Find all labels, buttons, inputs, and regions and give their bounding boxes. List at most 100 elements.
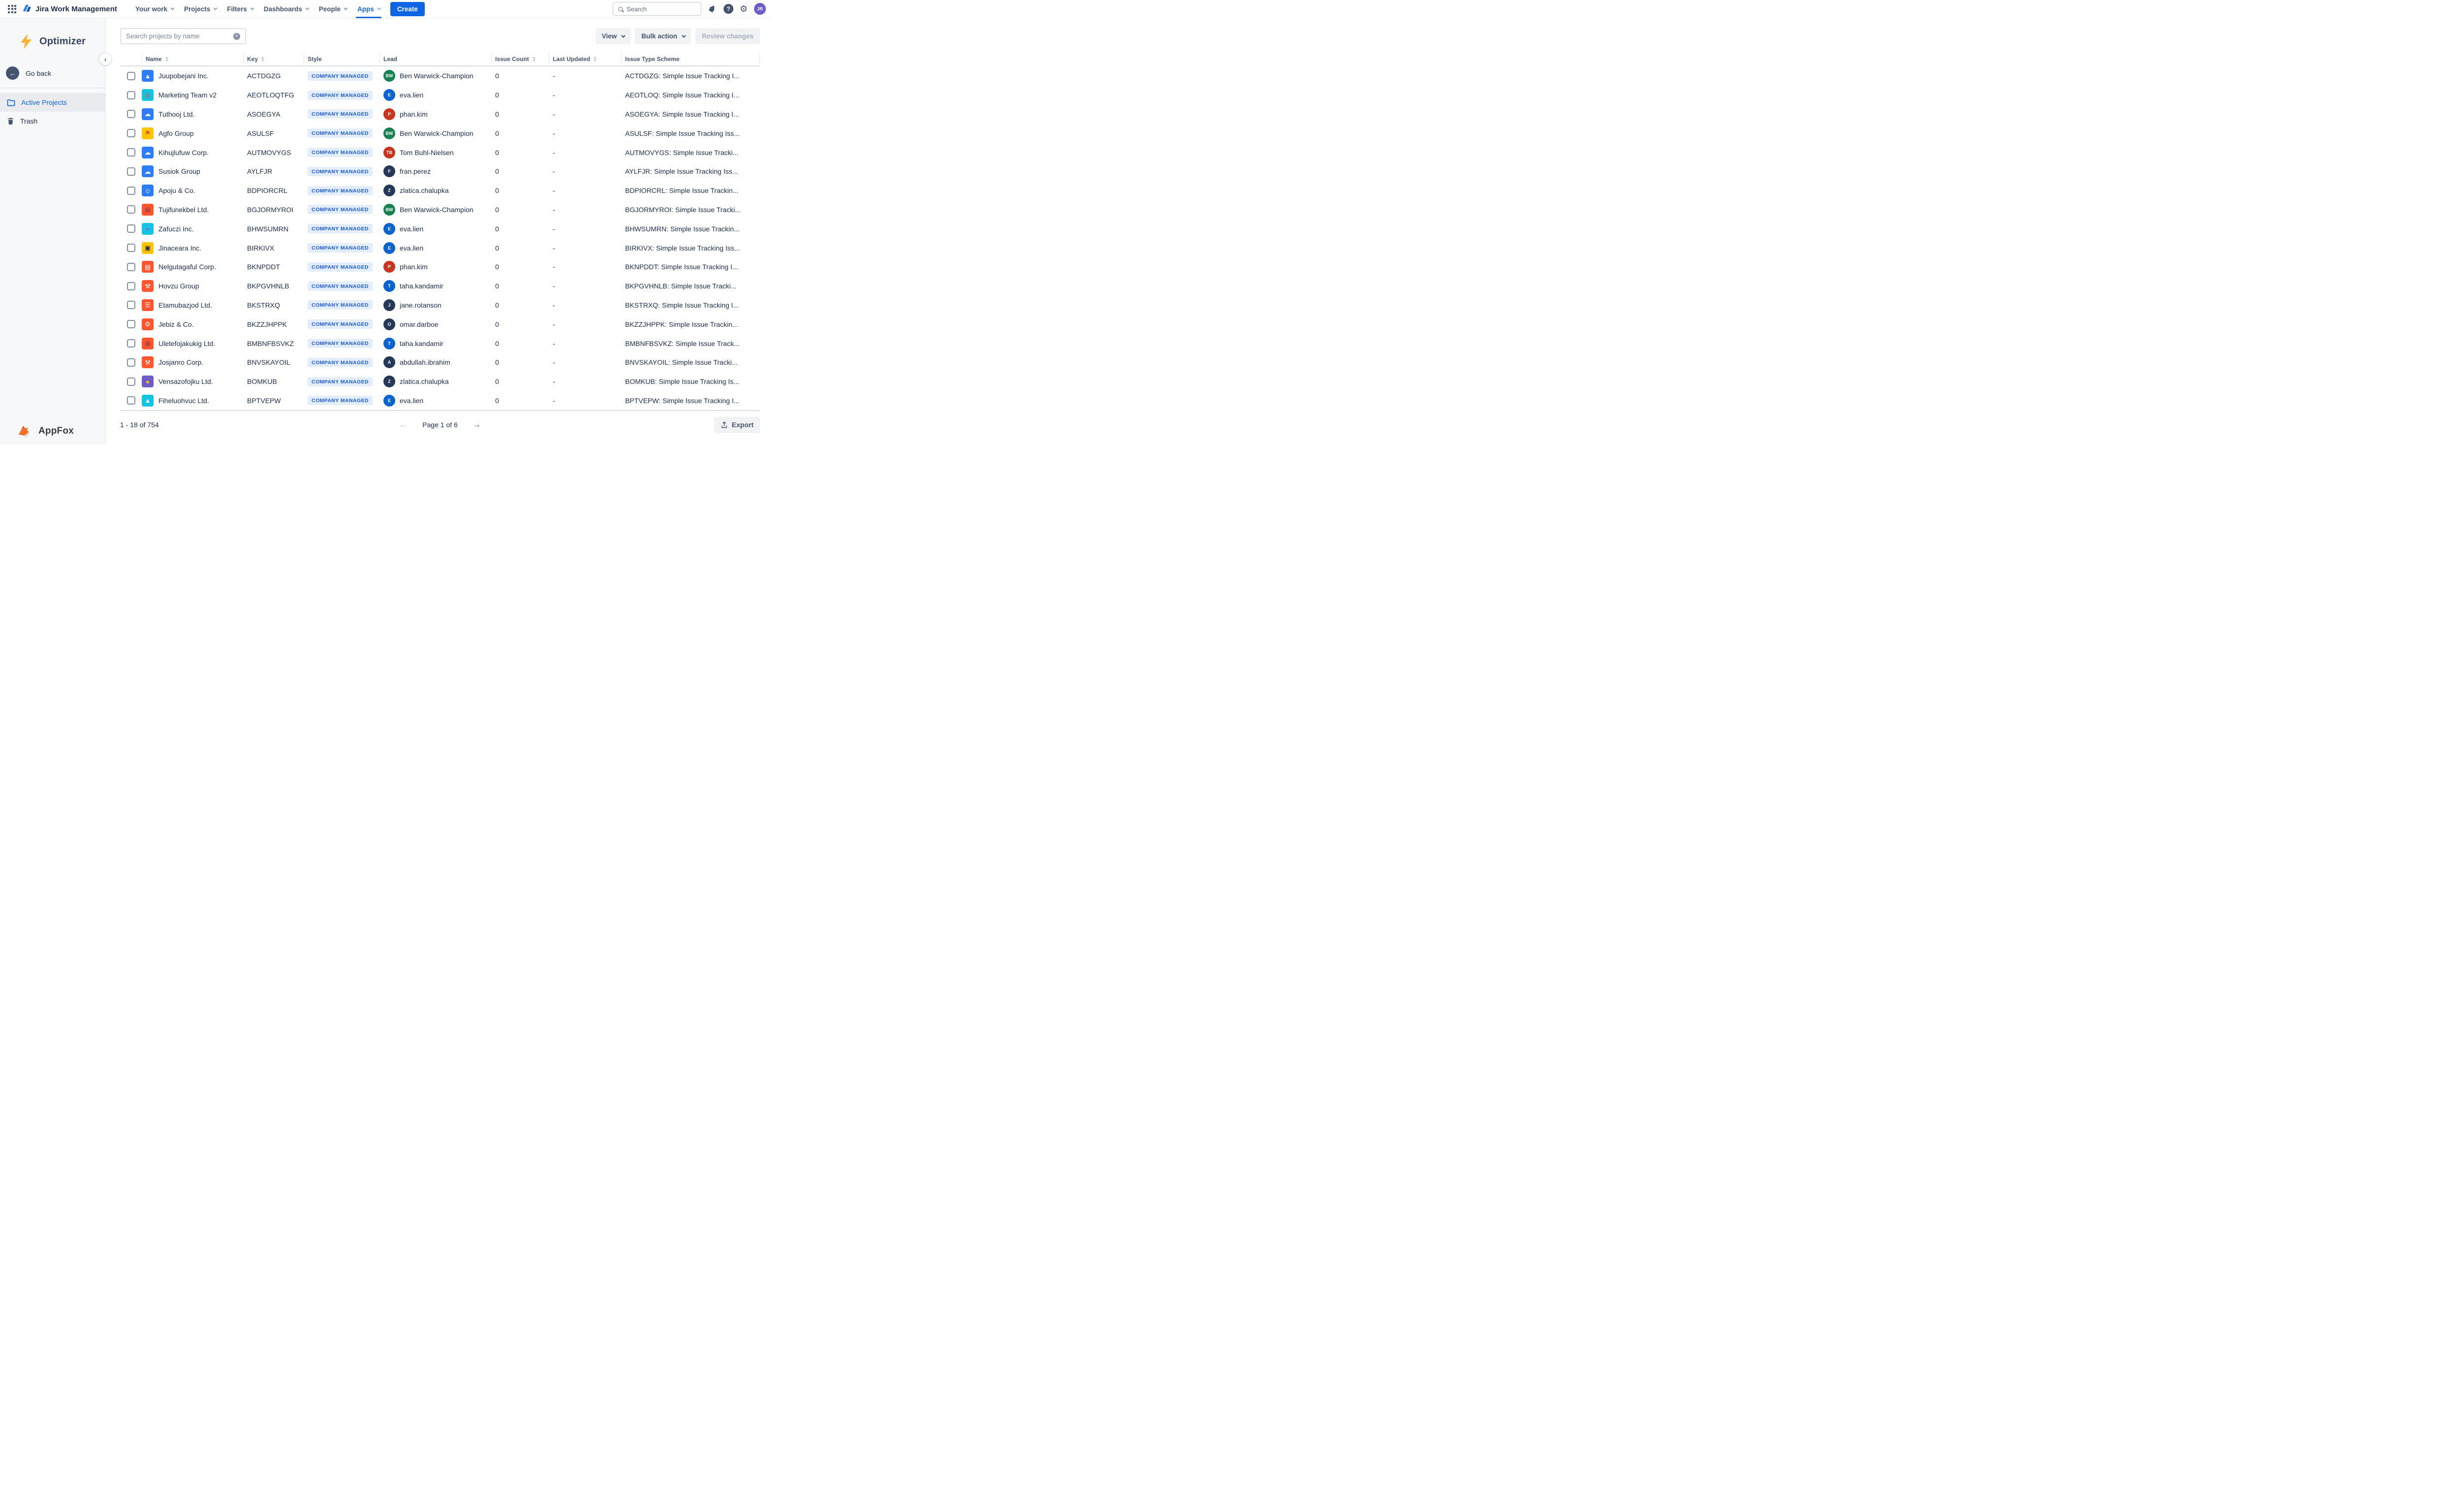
row-checkbox[interactable] [126,339,135,348]
user-avatar[interactable]: JR [754,3,766,15]
row-checkbox[interactable] [126,244,135,252]
view-button[interactable]: View [595,28,631,44]
lead-avatar[interactable]: T [383,337,395,349]
row-checkbox[interactable] [126,110,135,119]
sidebar-item-trash[interactable]: Trash [0,112,105,130]
lead-avatar[interactable]: E [383,394,395,407]
project-name[interactable]: Agfo Group [158,129,194,137]
lead-avatar[interactable]: O [383,318,395,330]
project-name[interactable]: Fiheluohvuc Ltd. [158,397,209,405]
phone-call-icon[interactable]: ☺ [142,185,154,197]
row-checkbox[interactable] [126,396,135,405]
project-name[interactable]: Apoju & Co. [158,187,195,194]
global-search[interactable] [612,2,701,16]
project-name[interactable]: Uletefojakukig Ltd. [158,340,215,347]
parrot-icon[interactable]: ● [142,376,154,388]
project-name[interactable]: Jebiz & Co. [158,320,194,328]
column-header-key[interactable]: Key [243,52,304,65]
rocket-icon[interactable]: ▲ [142,394,154,407]
row-checkbox[interactable] [126,377,135,386]
sidebar-item-active-projects[interactable]: Active Projects [0,93,105,112]
project-name[interactable]: Nelgutagaful Corp. [158,263,216,271]
lead-avatar[interactable]: Z [383,185,395,197]
lifebuoy-icon[interactable]: ◎ [142,89,154,101]
lead-avatar[interactable]: T [383,280,395,292]
previous-page-arrow-icon[interactable]: ← [399,420,408,430]
mountain-icon[interactable]: ▲ [142,70,154,82]
row-checkbox[interactable] [126,282,135,290]
row-checkbox[interactable] [126,186,135,195]
row-checkbox[interactable] [126,167,135,176]
lead-avatar[interactable]: E [383,242,395,254]
project-name[interactable]: Tuthooj Ltd. [158,110,194,118]
nav-item-projects[interactable]: Projects [179,0,221,18]
sliders-icon[interactable]: ⚙ [142,318,154,330]
row-checkbox[interactable] [126,148,135,157]
flag-icon[interactable]: ⚑ [142,127,154,139]
project-name[interactable]: Kihujlufuw Corp. [158,149,209,157]
lead-avatar[interactable]: A [383,356,395,369]
lead-avatar[interactable]: P [383,108,395,120]
nav-item-apps[interactable]: Apps [352,0,385,18]
project-name[interactable]: Hovzu Group [158,282,199,290]
row-checkbox[interactable] [126,129,135,138]
nav-item-your-work[interactable]: Your work [130,0,179,18]
project-name[interactable]: Vensazofojku Ltd. [158,378,213,385]
cloud-icon[interactable]: ☁ [142,108,154,120]
checklist-icon[interactable]: ☰ [142,299,154,311]
create-button[interactable]: Create [390,1,425,16]
column-header-last-updated[interactable]: Last Updated [549,52,621,65]
browser-rocket-icon[interactable]: ▤ [142,261,154,273]
nav-item-people[interactable]: People [314,0,352,18]
project-name[interactable]: Josjanro Corp. [158,358,203,366]
row-checkbox[interactable] [126,71,135,80]
clear-search-icon[interactable]: × [233,32,240,40]
app-switcher-icon[interactable] [8,4,16,13]
export-button[interactable]: Export [714,416,760,433]
lead-avatar[interactable]: TB [383,146,395,158]
lead-avatar[interactable]: E [383,89,395,101]
bulk-action-button[interactable]: Bulk action [635,28,691,44]
project-search-input[interactable] [126,32,233,40]
row-checkbox[interactable] [126,224,135,233]
sidebar-collapse-button[interactable]: ‹ [99,53,112,65]
lead-avatar[interactable]: Z [383,376,395,388]
row-checkbox[interactable] [126,91,135,99]
global-search-input[interactable] [626,5,696,13]
wallet-icon[interactable]: ▣ [142,242,154,254]
column-header-issue-count[interactable]: Issue Count [491,52,549,65]
row-checkbox[interactable] [126,262,135,271]
cloud-icon[interactable]: ☁ [142,146,154,158]
lead-avatar[interactable]: F [383,165,395,178]
project-name[interactable]: Susiok Group [158,167,200,175]
project-name[interactable]: Zafuczi Inc. [158,225,194,233]
next-page-arrow-icon[interactable]: → [473,420,481,430]
nav-item-dashboards[interactable]: Dashboards [258,0,314,18]
nav-item-filters[interactable]: Filters [221,0,258,18]
column-header-name[interactable]: Name [142,52,243,65]
vinyl-record-icon[interactable]: ◎ [142,337,154,349]
project-search[interactable]: × [120,28,246,44]
lead-avatar[interactable]: P [383,261,395,273]
help-icon[interactable]: ? [723,4,733,14]
cloud-icon[interactable]: ☁ [142,165,154,178]
row-checkbox[interactable] [126,320,135,329]
project-name[interactable]: Marketing Team v2 [158,91,217,99]
project-name[interactable]: Etamubazjod Ltd. [158,301,212,309]
notifications-bell-icon[interactable] [708,4,717,14]
review-changes-button[interactable]: Review changes [695,28,760,44]
row-checkbox[interactable] [126,205,135,214]
vinyl-record-icon[interactable]: ◎ [142,203,154,216]
project-name[interactable]: Jinaceara Inc. [158,244,201,252]
row-checkbox[interactable] [126,301,135,310]
wrench-icon[interactable]: ⚒ [142,356,154,369]
wrench-icon[interactable]: ⚒ [142,280,154,292]
go-back-button[interactable]: ← Go back [0,63,105,88]
project-name[interactable]: Tujifunekbel Ltd. [158,206,209,214]
lead-avatar[interactable]: BW [383,70,395,82]
lead-avatar[interactable]: BW [383,127,395,139]
project-name[interactable]: Juupobejani Inc. [158,72,209,80]
lead-avatar[interactable]: E [383,222,395,235]
monster-icon[interactable]: ● [142,222,154,235]
lead-avatar[interactable]: BW [383,203,395,216]
